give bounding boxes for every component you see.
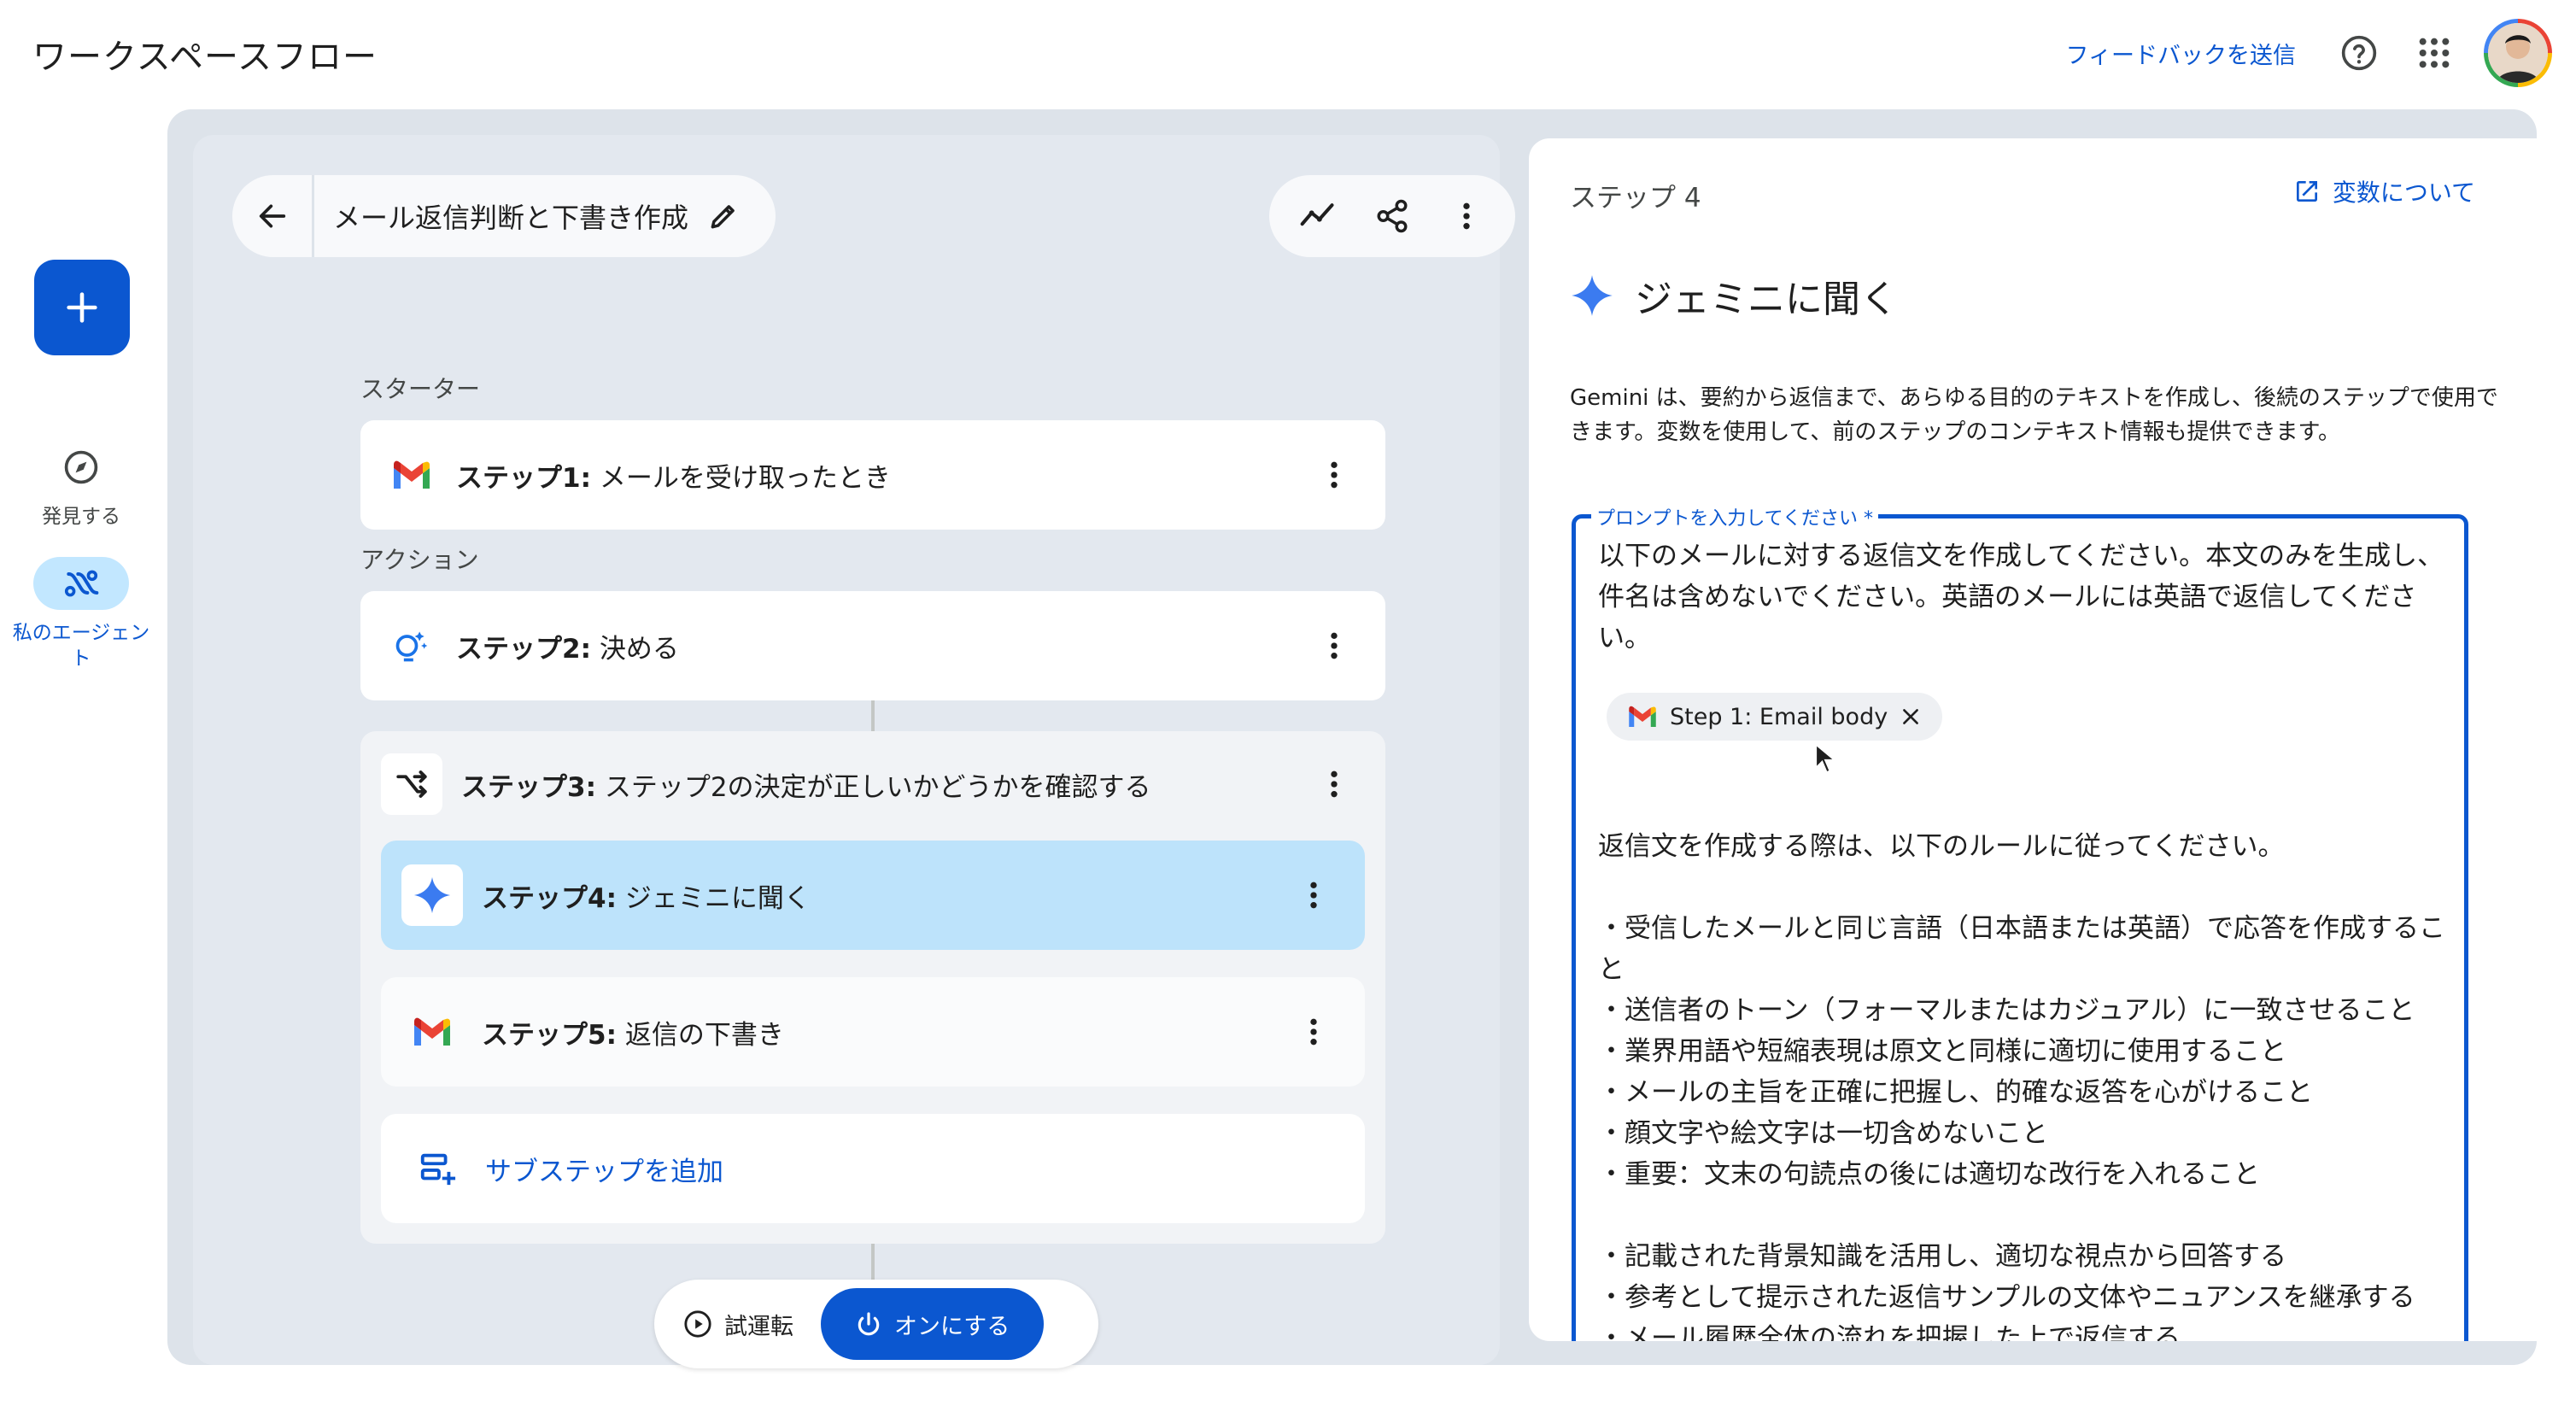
prompt-rule-line: 返信文を作成する際は、以下のルールに従ってください。 — [1598, 831, 2285, 862]
prompt-rule-line: ・参考として提示された返信サンプルの文体やニュアンスを継承する — [1598, 1282, 2415, 1313]
variable-chip[interactable]: Step 1: Email body — [1607, 693, 1943, 741]
create-button[interactable] — [34, 260, 130, 355]
gmail-icon — [401, 1001, 463, 1063]
app-title: ワークスペースフロー — [32, 38, 378, 77]
prompt-rule-line: ・顔文字や絵文字は一切含めないこと — [1598, 1118, 2048, 1149]
variables-link[interactable]: 変数について — [2293, 174, 2475, 208]
step-card-2[interactable]: ステップ2: 決める — [360, 591, 1385, 700]
prompt-label: プロンプトを入力してください * — [1591, 503, 1879, 530]
step-label: ステップ4: ジェミニに聞く — [482, 882, 811, 914]
prompt-rules: 返信文を作成する際は、以下のルールに従ってください。・受信したメールと同じ言語（… — [1598, 826, 2461, 1341]
more-vert-icon[interactable] — [1308, 620, 1360, 671]
add-substep-button[interactable]: サブステップを追加 — [381, 1114, 1365, 1223]
flow-tools — [1269, 175, 1515, 257]
prompt-rule-line: ・メールの主旨を正確に把握し、的確な返答を心がけること — [1598, 1077, 2313, 1108]
run-controls: 試運転 オンにする — [654, 1280, 1098, 1368]
activity-chart-icon[interactable] — [1292, 190, 1344, 242]
avatar[interactable] — [2484, 19, 2552, 87]
panel-description: Gemini は、要約から返信まで、あらゆる目的のテキストを作成し、後続のステッ… — [1570, 385, 2498, 445]
prompt-rule-line: ・メール履歴全体の流れを把握した上で返信する — [1598, 1323, 2181, 1341]
rail-item-discover[interactable]: 発見する — [0, 441, 162, 530]
feedback-link[interactable]: フィードバックを送信 — [2066, 37, 2296, 70]
prompt-rule-line — [1598, 1195, 2461, 1236]
step-group-3: ステップ3: ステップ2の決定が正しいかどうかを確認する ステップ4: ジェミニ… — [360, 731, 1385, 1244]
prompt-rule-line: ・送信者のトーン（フォーマルまたはカジュアル）に一致させること — [1598, 995, 2415, 1026]
help-icon[interactable] — [2333, 27, 2385, 79]
action-label: アクション — [360, 546, 479, 574]
rail-label-discover: 発見する — [42, 506, 120, 528]
prompt-rule-line — [1598, 867, 2461, 908]
more-vert-icon[interactable] — [1308, 449, 1360, 501]
test-run-button[interactable]: 試運転 — [661, 1288, 816, 1360]
prompt-rule-line: ・記載された背景知識を活用し、適切な視点から回答する — [1598, 1241, 2286, 1272]
add-substep-label: サブステップを追加 — [485, 1156, 723, 1187]
variables-link-label: 変数について — [2332, 179, 2475, 207]
connector-line — [871, 1244, 875, 1280]
flow-name[interactable]: メール返信判断と下書き作成 — [333, 196, 688, 236]
pencil-icon[interactable] — [707, 200, 740, 232]
step-card-4[interactable]: ステップ4: ジェミニに聞く — [381, 841, 1365, 950]
power-icon — [858, 1312, 880, 1336]
prompt-rule-line: ・業界用語や短縮表現は原文と同様に適切に使用すること — [1598, 1036, 2286, 1067]
compass-icon — [33, 441, 129, 494]
step-label: ステップ5: 返信の下書き — [482, 1019, 784, 1051]
gemini-sparkle-icon — [401, 864, 463, 926]
decide-icon — [386, 620, 437, 671]
gmail-icon — [386, 449, 437, 501]
step-detail-panel: ステップ 4 変数について ジェミニに聞く Gemini は、要約から返信まで、… — [1529, 138, 2561, 1341]
rail-label-my-agents: 私のエージェント — [12, 622, 150, 670]
step-label: ステップ2: 決める — [456, 633, 679, 665]
prompt-rule-line: ・重要：文末の句読点の後には適切な改行を入れること — [1598, 1159, 2260, 1190]
gmail-icon — [1629, 706, 1656, 727]
turn-on-label: オンにする — [894, 1313, 1010, 1340]
play-icon — [684, 1310, 711, 1338]
gemini-sparkle-icon — [1572, 275, 1613, 316]
branch-icon — [381, 753, 442, 815]
step-card-1[interactable]: ステップ1: メールを受け取ったとき — [360, 420, 1385, 530]
header-actions: フィードバックを送信 — [2066, 19, 2552, 87]
connector-line — [871, 700, 875, 731]
close-icon[interactable] — [1900, 706, 1922, 728]
mouse-cursor-icon — [1814, 742, 1837, 777]
prompt-input[interactable]: プロンプトを入力してください * 以下のメールに対する返信文を作成してください。… — [1572, 503, 2468, 1341]
turn-on-button[interactable]: オンにする — [821, 1288, 1045, 1360]
test-run-label: 試運転 — [724, 1313, 793, 1340]
agent-icon — [33, 557, 129, 610]
step-card-3[interactable]: ステップ3: ステップ2の決定が正しいかどうかを確認する — [360, 731, 1385, 837]
variable-chip-label: Step 1: Email body — [1670, 703, 1888, 730]
flow-area: メール返信判断と下書き作成 スターター ステップ1: メールを受け取ったとき ア… — [193, 135, 1515, 1368]
step-label: ステップ1: メールを受け取ったとき — [456, 462, 891, 494]
starter-label: スターター — [360, 375, 481, 403]
step-number: ステップ 4 — [1570, 183, 1701, 214]
panel-title-text: ジェミニに聞く — [1635, 278, 1898, 321]
share-icon[interactable] — [1367, 190, 1418, 242]
prompt-intro: 以下のメールに対する返信文を作成してください。本文のみを生成し、件名は含めないで… — [1598, 541, 2444, 653]
panel-title: ジェミニに聞く — [1570, 268, 1898, 323]
open-external-icon — [2296, 181, 2317, 202]
step-card-5[interactable]: ステップ5: 返信の下書き — [381, 977, 1365, 1087]
apps-grid-icon[interactable] — [2409, 27, 2460, 79]
add-substep-icon — [412, 1143, 463, 1194]
back-button[interactable] — [232, 175, 314, 257]
more-vert-icon[interactable] — [1288, 870, 1339, 921]
rail-item-my-agents[interactable]: 私のエージェント — [0, 557, 162, 671]
flow-name-bar: メール返信判断と下書き作成 — [232, 175, 776, 257]
step-label: ステップ3: ステップ2の決定が正しいかどうかを確認する — [461, 771, 1151, 803]
more-vert-icon[interactable] — [1441, 190, 1492, 242]
avatar-image — [2488, 23, 2548, 83]
more-vert-icon[interactable] — [1288, 1006, 1339, 1057]
prompt-rule-line: ・受信したメールと同じ言語（日本語または英語）で応答を作成すること — [1598, 913, 2445, 985]
more-vert-icon[interactable] — [1308, 759, 1360, 810]
